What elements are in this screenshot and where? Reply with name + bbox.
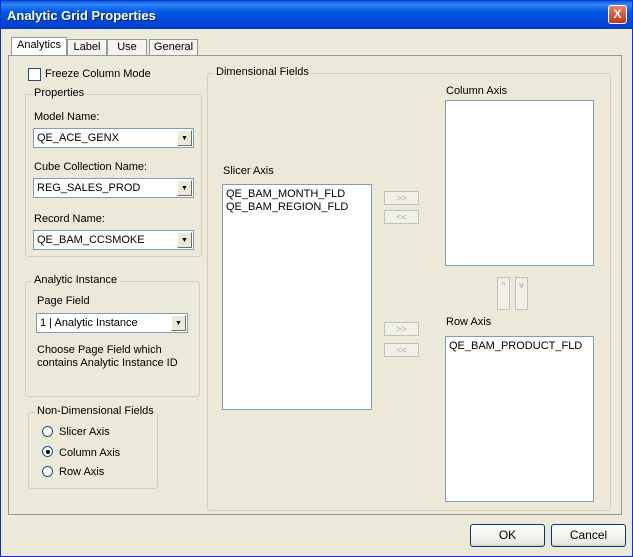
column-axis-label: Column Axis bbox=[446, 85, 508, 97]
radio-slicer-axis-label: Slicer Axis bbox=[59, 426, 110, 438]
move-up-button[interactable]: ^ bbox=[497, 277, 510, 310]
radio-row-axis[interactable] bbox=[42, 466, 53, 477]
column-axis-list[interactable] bbox=[445, 100, 594, 266]
move-to-row-button[interactable]: >> bbox=[384, 322, 419, 336]
page-field-hint-1: Choose Page Field which bbox=[37, 344, 162, 356]
record-name-combo[interactable]: QE_BAM_CCSMOKE ▼ bbox=[33, 230, 194, 250]
tab-label[interactable]: Label bbox=[67, 39, 107, 56]
cube-collection-combo[interactable]: REG_SALES_PROD ▼ bbox=[33, 178, 194, 198]
freeze-column-label: Freeze Column Mode bbox=[45, 68, 151, 80]
tab-use[interactable]: Use bbox=[107, 39, 147, 56]
page-field-combo[interactable]: 1 | Analytic Instance ▼ bbox=[36, 313, 188, 333]
list-item[interactable]: QE_BAM_PRODUCT_FLD bbox=[449, 340, 582, 352]
freeze-column-checkbox[interactable] bbox=[28, 68, 41, 81]
record-name-value: QE_BAM_CCSMOKE bbox=[37, 234, 145, 246]
list-item[interactable]: QE_BAM_REGION_FLD bbox=[226, 201, 348, 213]
chevron-down-icon[interactable]: ▼ bbox=[177, 232, 192, 248]
radio-slicer-axis[interactable] bbox=[42, 426, 53, 437]
model-name-value: QE_ACE_GENX bbox=[37, 132, 119, 144]
model-name-label: Model Name: bbox=[34, 111, 100, 123]
radio-column-axis-label: Column Axis bbox=[59, 447, 121, 459]
row-axis-list[interactable]: QE_BAM_PRODUCT_FLD bbox=[445, 336, 594, 502]
cancel-button[interactable]: Cancel bbox=[551, 524, 626, 547]
slicer-axis-label: Slicer Axis bbox=[223, 165, 274, 177]
cube-collection-value: REG_SALES_PROD bbox=[37, 182, 141, 194]
cube-collection-label: Cube Collection Name: bbox=[34, 161, 148, 173]
radio-selected-dot bbox=[46, 450, 50, 454]
non-dimensional-legend: Non-Dimensional Fields bbox=[35, 405, 156, 417]
properties-legend: Properties bbox=[32, 87, 87, 99]
title-bar[interactable]: Analytic Grid Properties X bbox=[1, 1, 632, 29]
radio-column-axis[interactable] bbox=[42, 446, 53, 457]
dialog-window: Analytic Grid Properties X Analytics Lab… bbox=[0, 0, 633, 557]
window-title: Analytic Grid Properties bbox=[7, 8, 156, 23]
chevron-down-icon[interactable]: ▼ bbox=[177, 180, 192, 196]
record-name-label: Record Name: bbox=[34, 213, 105, 225]
chevron-down-icon[interactable]: ▼ bbox=[171, 315, 186, 331]
move-from-column-button[interactable]: << bbox=[384, 210, 419, 224]
chevron-down-icon[interactable]: ▼ bbox=[177, 130, 192, 146]
slicer-axis-list[interactable]: QE_BAM_MONTH_FLD QE_BAM_REGION_FLD bbox=[222, 184, 372, 410]
model-name-combo[interactable]: QE_ACE_GENX ▼ bbox=[33, 128, 194, 148]
row-axis-label: Row Axis bbox=[446, 316, 492, 328]
move-to-column-button[interactable]: >> bbox=[384, 191, 419, 205]
page-field-hint-2: contains Analytic Instance ID bbox=[37, 357, 178, 369]
list-item[interactable]: QE_BAM_MONTH_FLD bbox=[226, 188, 345, 200]
dimensional-legend: Dimensional Fields bbox=[214, 66, 311, 78]
analytic-instance-legend: Analytic Instance bbox=[32, 274, 120, 286]
radio-row-axis-label: Row Axis bbox=[59, 466, 105, 478]
ok-button[interactable]: OK bbox=[470, 524, 545, 547]
page-field-value: 1 | Analytic Instance bbox=[40, 317, 138, 329]
page-field-label: Page Field bbox=[37, 295, 90, 307]
close-button[interactable]: X bbox=[608, 5, 627, 24]
tab-analytics[interactable]: Analytics bbox=[11, 37, 67, 56]
tab-general[interactable]: General bbox=[149, 39, 198, 56]
move-down-button[interactable]: v bbox=[515, 277, 528, 310]
move-from-row-button[interactable]: << bbox=[384, 343, 419, 357]
